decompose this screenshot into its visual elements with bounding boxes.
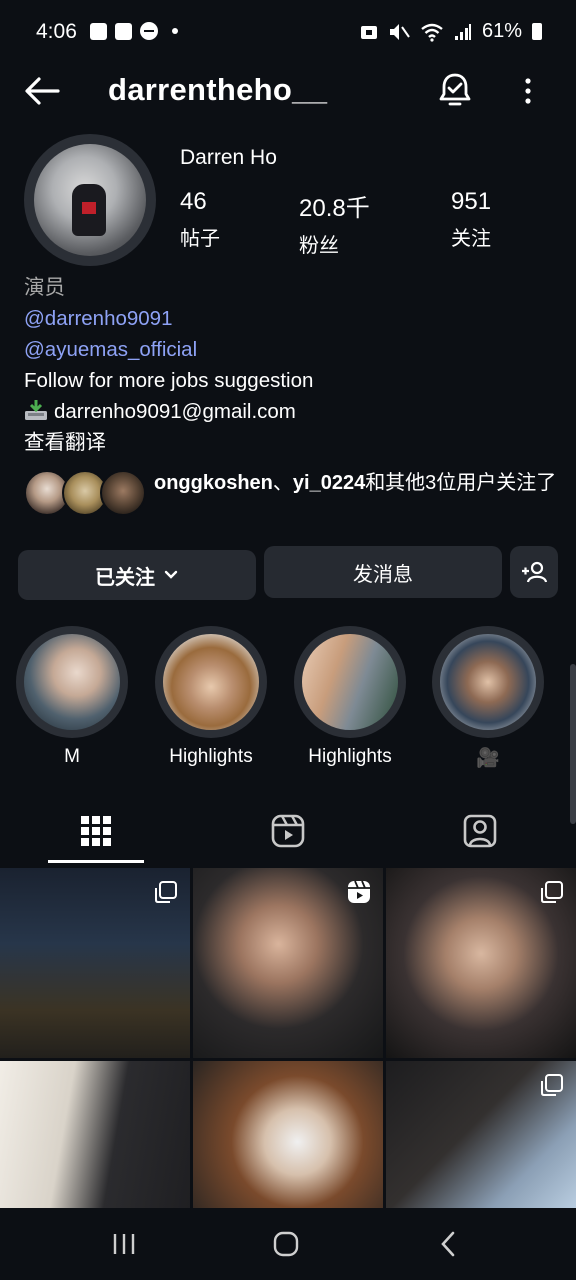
profile-bio: 演员 @darrenho9091 @ayuemas_official Follo… xyxy=(24,272,564,458)
highlight-cover-ring xyxy=(155,626,267,738)
bio-text-line: Follow for more jobs suggestion xyxy=(24,369,314,392)
followed-by-text: onggkoshen、yi_0224和其他3位用户关注了 xyxy=(154,468,564,498)
add-user-button[interactable] xyxy=(510,546,558,598)
posts-count: 46 xyxy=(180,188,207,215)
recent-apps-button[interactable] xyxy=(104,1226,144,1262)
carousel-icon xyxy=(541,1074,563,1096)
bio-mention-link[interactable]: @ayuemas_official xyxy=(24,334,564,365)
do-not-disturb-icon xyxy=(140,22,158,40)
status-right-icons: 61% xyxy=(360,20,542,43)
highlight-item[interactable]: M xyxy=(16,626,128,768)
profile-header: darrentheho__ xyxy=(0,64,576,120)
profile-avatar-ring[interactable] xyxy=(24,134,156,266)
follower-username: onggkoshen xyxy=(154,472,273,494)
posts-label: 帖子 xyxy=(180,228,220,250)
follower-username: yi_0224 xyxy=(292,472,366,494)
bio-mention-link[interactable]: @darrenho9091 xyxy=(24,303,564,334)
post-thumbnail[interactable] xyxy=(193,1061,383,1208)
message-label: 发消息 xyxy=(353,563,413,586)
highlight-cover xyxy=(24,634,120,730)
back-button[interactable] xyxy=(428,1226,468,1262)
tab-reels[interactable] xyxy=(192,800,384,862)
camera-badge-icon xyxy=(360,25,377,39)
highlight-item[interactable]: Highlights xyxy=(294,626,406,768)
grid-icon xyxy=(81,816,111,846)
recent-apps-icon xyxy=(113,1234,135,1254)
following-label: 已关注 xyxy=(95,566,155,589)
post-thumbnail[interactable] xyxy=(0,868,190,1058)
active-tab-indicator xyxy=(48,860,144,863)
stat-followers[interactable]: 20.8千 粉丝 xyxy=(299,188,370,258)
followers-label: 粉丝 xyxy=(299,235,339,257)
tab-posts-grid[interactable] xyxy=(0,800,192,862)
post-thumbnail[interactable] xyxy=(386,868,576,1058)
mute-icon xyxy=(389,23,410,40)
reel-icon xyxy=(348,880,370,903)
post-thumbnail[interactable] xyxy=(193,868,383,1058)
carousel-icon xyxy=(541,881,563,903)
profile-tabs xyxy=(0,800,576,866)
highlight-item[interactable]: Highlights xyxy=(155,626,267,768)
status-bar: 4:06 61% xyxy=(0,0,576,64)
highlight-item[interactable]: 🎥 xyxy=(432,626,544,770)
status-notification-icons xyxy=(90,22,178,40)
profile-username: darrentheho__ xyxy=(108,72,328,107)
profile-display-name: Darren Ho xyxy=(180,146,277,169)
bio-category: 演员 xyxy=(24,276,65,299)
followed-by-suffix: 和其他3位用户关注了 xyxy=(365,472,557,494)
highlight-label: Highlights xyxy=(308,746,392,767)
following-label: 关注 xyxy=(451,228,491,250)
system-nav-bar xyxy=(0,1208,576,1280)
notification-bell-icon[interactable] xyxy=(438,72,472,108)
add-user-icon xyxy=(522,561,548,583)
stat-posts[interactable]: 46 帖子 xyxy=(180,188,220,251)
follower-avatar xyxy=(100,470,146,516)
image-notification-icon xyxy=(115,22,132,40)
home-button[interactable] xyxy=(266,1226,306,1262)
highlight-cover-ring xyxy=(432,626,544,738)
more-vertical-icon[interactable] xyxy=(518,76,538,106)
inbox-tray-emoji-icon xyxy=(25,400,47,420)
tab-tagged[interactable] xyxy=(384,800,576,862)
battery-icon xyxy=(532,23,542,40)
highlight-label: M xyxy=(64,746,80,767)
reels-icon xyxy=(271,814,305,848)
highlight-cover-ring xyxy=(16,626,128,738)
home-icon xyxy=(273,1231,299,1257)
story-highlights: M Highlights Highlights 🎥 xyxy=(0,626,576,776)
carousel-icon xyxy=(155,881,177,903)
highlight-label: Highlights xyxy=(169,746,253,767)
highlight-cover-ring xyxy=(294,626,406,738)
highlight-label: 🎥 xyxy=(476,748,500,769)
see-translation-link[interactable]: 查看翻译 xyxy=(24,427,564,458)
back-arrow-icon[interactable] xyxy=(24,76,60,106)
highlight-cover xyxy=(163,634,259,730)
posts-grid xyxy=(0,868,576,1208)
following-count: 951 xyxy=(451,188,492,215)
bio-email[interactable]: darrenho9091@gmail.com xyxy=(54,400,296,423)
status-time: 4:06 xyxy=(36,20,77,43)
back-chevron-icon xyxy=(441,1231,455,1257)
stat-following[interactable]: 951 关注 xyxy=(451,188,491,251)
post-thumbnail[interactable] xyxy=(386,1061,576,1208)
post-thumbnail[interactable] xyxy=(0,1061,190,1208)
bio-email-line: darrenho9091@gmail.com xyxy=(24,396,564,427)
highlight-cover xyxy=(440,634,536,730)
followers-count: 20.8千 xyxy=(299,195,370,222)
followed-by-row[interactable]: onggkoshen、yi_0224和其他3位用户关注了 xyxy=(24,468,564,526)
more-notifications-dot-icon xyxy=(172,28,178,34)
signal-icon xyxy=(454,23,471,40)
highlight-cover xyxy=(302,634,398,730)
wifi-icon xyxy=(421,23,443,42)
following-button[interactable]: 已关注 xyxy=(18,550,256,600)
battery-percent: 61% xyxy=(481,20,522,42)
tagged-person-icon xyxy=(463,814,497,848)
message-button[interactable]: 发消息 xyxy=(264,546,502,598)
checkbox-notification-icon xyxy=(90,22,107,40)
profile-avatar xyxy=(34,144,146,256)
followed-by-separator: 、 xyxy=(272,472,293,494)
chevron-down-icon xyxy=(164,570,178,579)
